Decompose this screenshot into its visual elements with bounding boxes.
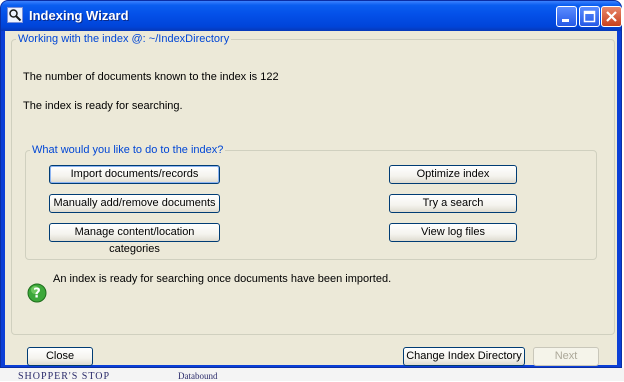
- actions-group-legend: What would you like to do to the index?: [32, 144, 224, 156]
- background-text-right: Databound: [178, 371, 218, 381]
- manage-categories-button[interactable]: Manage content/location categories: [49, 223, 220, 255]
- close-button[interactable]: Close: [27, 347, 93, 366]
- document-count-text: The number of documents known to the ind…: [23, 71, 279, 83]
- minimize-button[interactable]: [556, 6, 577, 27]
- optimize-index-button[interactable]: Optimize index: [389, 165, 517, 184]
- manually-add-remove-button[interactable]: Manually add/remove documents: [49, 194, 220, 213]
- close-window-button[interactable]: [601, 6, 622, 27]
- magnifier-app-icon: [7, 7, 23, 23]
- background-window-strip: SHOPPER'S STOP Databound: [0, 368, 624, 382]
- view-log-files-button[interactable]: View log files: [389, 223, 517, 242]
- title-bar[interactable]: Indexing Wizard: [1, 1, 622, 31]
- change-index-directory-button[interactable]: Change Index Directory: [403, 347, 525, 366]
- window-title: Indexing Wizard: [29, 8, 129, 23]
- background-text-left: SHOPPER'S STOP: [18, 371, 111, 382]
- index-group-legend: Working with the index @: ~/IndexDirecto…: [18, 33, 230, 45]
- help-text: An index is ready for searching once doc…: [53, 273, 392, 285]
- next-button[interactable]: Next: [533, 347, 599, 366]
- import-documents-button[interactable]: Import documents/records: [49, 165, 220, 184]
- try-search-button[interactable]: Try a search: [389, 194, 517, 213]
- svg-text:?: ?: [33, 287, 41, 302]
- index-status-text: The index is ready for searching.: [23, 100, 183, 112]
- question-help-icon: ?: [27, 283, 47, 303]
- indexing-wizard-window: Indexing Wizard Working with the index @…: [0, 0, 622, 368]
- dialog-client-area: Working with the index @: ~/IndexDirecto…: [5, 31, 617, 366]
- maximize-button[interactable]: [579, 6, 600, 27]
